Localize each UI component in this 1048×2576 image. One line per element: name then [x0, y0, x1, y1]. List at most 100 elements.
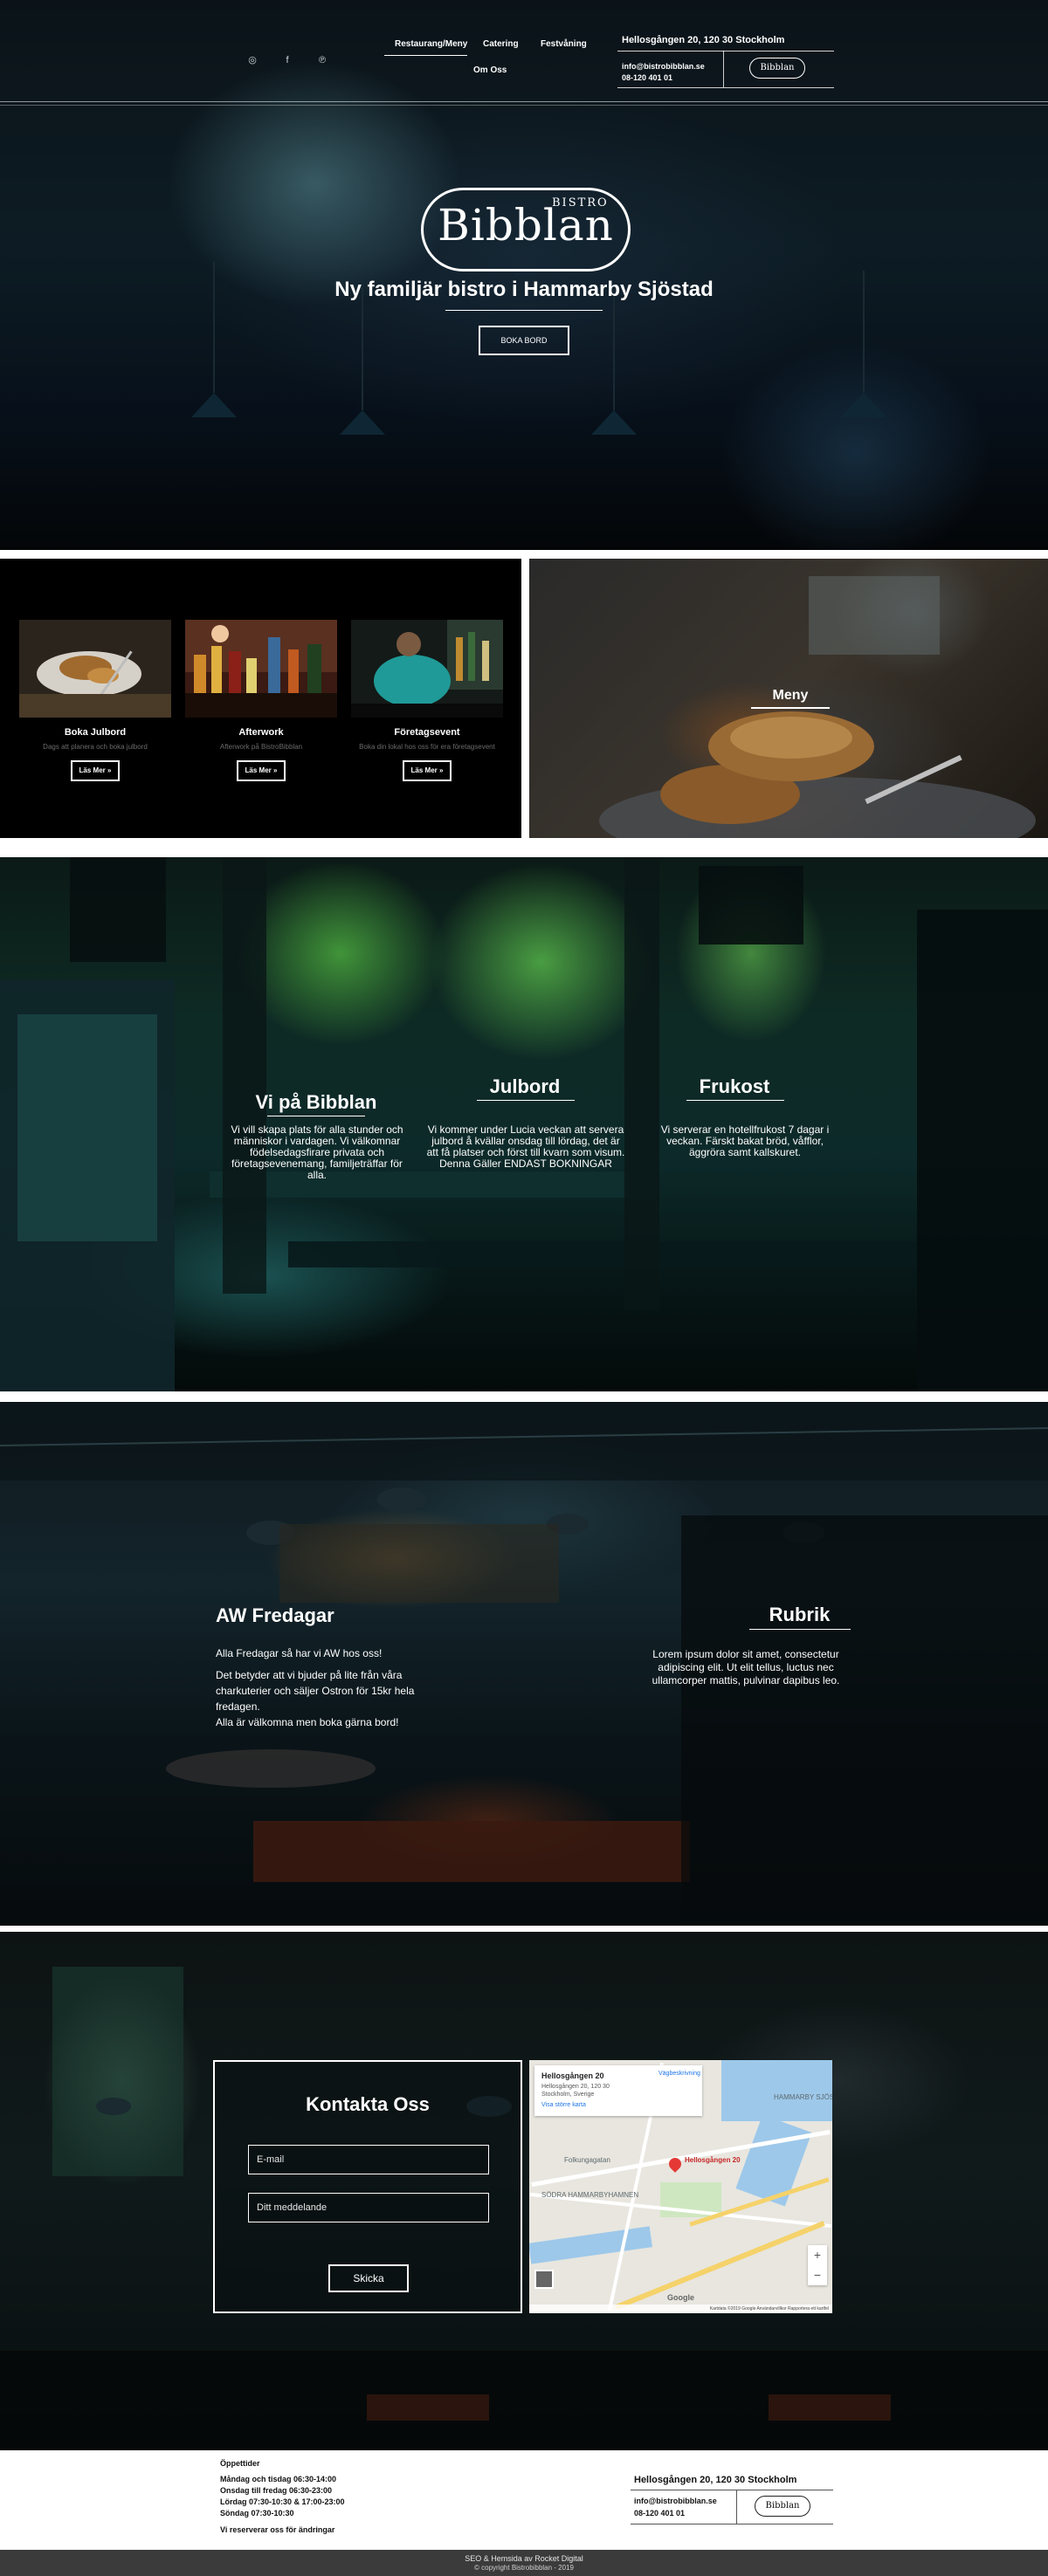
offers-panel: Boka Julbord Dags att planera och boka j…	[0, 559, 521, 838]
bottom-bar: SEO & Hemsida av Rocket Digital © copyri…	[0, 2550, 1048, 2576]
footer-email-link[interactable]: info@bistrobibblan.se	[634, 2497, 717, 2505]
nav-catering[interactable]: Catering	[483, 39, 519, 49]
dining-room-image	[0, 1402, 1048, 1926]
map-attribution: Kartdata ©2019 Google Användarvillkor Ra…	[529, 2305, 832, 2313]
hero-divider-line	[0, 105, 1048, 106]
meny-title[interactable]: Meny	[751, 688, 830, 704]
footer-logo[interactable]: Bibblan	[755, 2496, 810, 2517]
map-water	[735, 2114, 812, 2207]
nav-active-underline	[384, 55, 467, 56]
food-plate-image	[19, 620, 171, 718]
aw-section: AW Fredagar Alla Fredagar så har vi AW h…	[0, 1402, 1048, 1926]
map-area-label: SÖDRA HAMMARBYHAMNEN	[541, 2191, 639, 2199]
map-water	[721, 2060, 832, 2121]
column-title: Vi på Bibblan	[255, 1091, 377, 1113]
credit-link[interactable]: SEO & Hemsida av Rocket Digital	[0, 2554, 1048, 2563]
hours-disclaimer: Vi reserverar oss för ändringar	[220, 2525, 335, 2534]
card-subtitle: Boka din lokal hos oss för era företagse…	[359, 743, 495, 751]
pendant-lamp-decor	[591, 410, 637, 435]
map-satellite-toggle[interactable]	[534, 2270, 554, 2289]
lamp-cord	[362, 288, 363, 410]
bartender-image	[351, 620, 503, 718]
header-logo[interactable]: Bibblan	[749, 58, 805, 79]
email-field[interactable]	[248, 2145, 489, 2174]
zoom-in-button[interactable]: +	[808, 2245, 827, 2265]
card-title: Företagsevent	[394, 727, 460, 738]
boka-bord-button[interactable]: BOKA BORD	[479, 326, 569, 355]
footer: Öppettider Måndag och tisdag 06:30-14:00…	[0, 2450, 1048, 2550]
column-text: Vi serverar en hotellfrukost 7 dagar i v…	[660, 1123, 830, 1158]
card-image-bartender[interactable]	[351, 620, 503, 718]
aw-text-3: Alla är välkomna men boka gärna bord!	[216, 1716, 399, 1728]
contact-form: Kontakta Oss Skicka	[213, 2060, 522, 2313]
map-place-address: Hellosgången 20, 120 30 Stockholm, Sveri…	[541, 2084, 610, 2098]
opening-hours-line: Lördag 07:30-10:30 & 17:00-23:00	[220, 2497, 345, 2506]
map-water	[529, 2226, 652, 2264]
bibblan-logo: BISTRO Bibblan	[421, 188, 631, 271]
hero-divider-line	[0, 101, 1048, 102]
map-street-label: Folkungagatan	[564, 2156, 610, 2164]
map-area-label: HAMMARBY SJÖSTAD	[774, 2093, 832, 2101]
card-title: Boka Julbord	[64, 727, 127, 738]
meny-panel[interactable]: Meny	[529, 559, 1048, 838]
las-mer-button[interactable]: Läs Mer »	[71, 760, 120, 781]
footer-separator	[736, 2490, 737, 2524]
card-title: Afterwork	[238, 727, 284, 738]
logo-wordmark: Bibblan	[438, 200, 614, 251]
nav-restaurang-meny[interactable]: Restaurang/Meny	[395, 39, 467, 49]
card-subtitle: Dags att planera och boka julbord	[43, 743, 148, 751]
column-title: Frukost	[699, 1075, 770, 1097]
rubrik-text: Lorem ipsum dolor sit amet, consectetur …	[652, 1648, 840, 1686]
contact-title: Kontakta Oss	[306, 2093, 430, 2115]
header-rule	[617, 51, 834, 52]
nav-om-oss[interactable]: Om Oss	[473, 65, 507, 75]
instagram-icon[interactable]: ◎	[246, 54, 259, 66]
las-mer-button[interactable]: Läs Mer »	[237, 760, 286, 781]
header-phone-link[interactable]: 08-120 401 01	[622, 73, 672, 82]
aw-title: AW Fredagar	[216, 1604, 334, 1626]
pendant-lamp-decor	[340, 410, 385, 435]
google-map[interactable]: HAMMARBY SJÖSTAD SÖDRA HAMMARBYHAMNEN Fo…	[529, 2060, 832, 2313]
header-separator	[723, 51, 724, 87]
message-field[interactable]	[248, 2193, 489, 2222]
rubrik-title-rule	[749, 1629, 851, 1630]
zoom-out-button[interactable]: −	[808, 2265, 827, 2285]
column-title-rule	[477, 1100, 575, 1101]
interior-image	[0, 1967, 1048, 2450]
pendant-lamp-decor	[841, 393, 886, 417]
las-mer-button[interactable]: Läs Mer »	[403, 760, 452, 781]
rubrik-title: Rubrik	[769, 1604, 831, 1625]
header-email-link[interactable]: info@bistrobibblan.se	[622, 62, 705, 71]
skicka-button[interactable]: Skicka	[328, 2264, 409, 2292]
hero-title: Ny familjär bistro i Hammarby Sjöstad	[334, 278, 714, 301]
larger-map-link[interactable]: Visa större karta	[541, 2102, 586, 2108]
card-subtitle: Afterwork på BistroBibblan	[219, 743, 303, 751]
aw-text-2: Det betyder att vi bjuder på lite från v…	[216, 1669, 415, 1713]
map-place-card: Hellosgången 20 Hellosgången 20, 120 30 …	[534, 2065, 702, 2116]
lamp-cord	[613, 288, 615, 410]
cocktail-image	[185, 620, 337, 718]
card-image-drinks[interactable]	[185, 620, 337, 718]
aw-text-1: Alla Fredagar så har vi AW hos oss!	[216, 1647, 383, 1659]
pinterest-icon[interactable]: ℗	[316, 54, 328, 66]
footer-phone-link[interactable]: 08-120 401 01	[634, 2509, 685, 2518]
card-image-food[interactable]	[19, 620, 171, 718]
opening-hours-line: Onsdag till fredag 06:30-23:00	[220, 2486, 333, 2495]
copyright-text: © copyright Bistrobibblan - 2019	[474, 2564, 574, 2572]
nav-festvaning[interactable]: Festvåning	[541, 39, 587, 49]
map-zoom-control: + −	[808, 2245, 827, 2285]
column-text: Vi kommer under Lucia veckan att servera…	[426, 1123, 625, 1170]
opening-hours-line: Måndag och tisdag 06:30-14:00	[220, 2475, 337, 2483]
column-title: Julbord	[489, 1075, 561, 1097]
opening-hours-title: Öppettider	[220, 2459, 260, 2468]
map-place-name: Hellosgången 20	[541, 2071, 604, 2080]
pendant-lamp-decor	[191, 393, 237, 417]
google-logo: Google	[667, 2293, 694, 2302]
directions-link[interactable]: Vägbeskrivning	[658, 2071, 700, 2077]
header-rule	[617, 87, 834, 88]
facebook-icon[interactable]: f	[281, 54, 293, 66]
footer-address: Hellosgången 20, 120 30 Stockholm	[634, 2475, 797, 2485]
header-address: Hellosgången 20, 120 30 Stockholm	[622, 35, 785, 45]
contact-section: Kontakta Oss Skicka HAMMARBY SJÖSTAD SÖD…	[0, 1932, 1048, 2450]
meny-title-rule	[751, 707, 830, 709]
